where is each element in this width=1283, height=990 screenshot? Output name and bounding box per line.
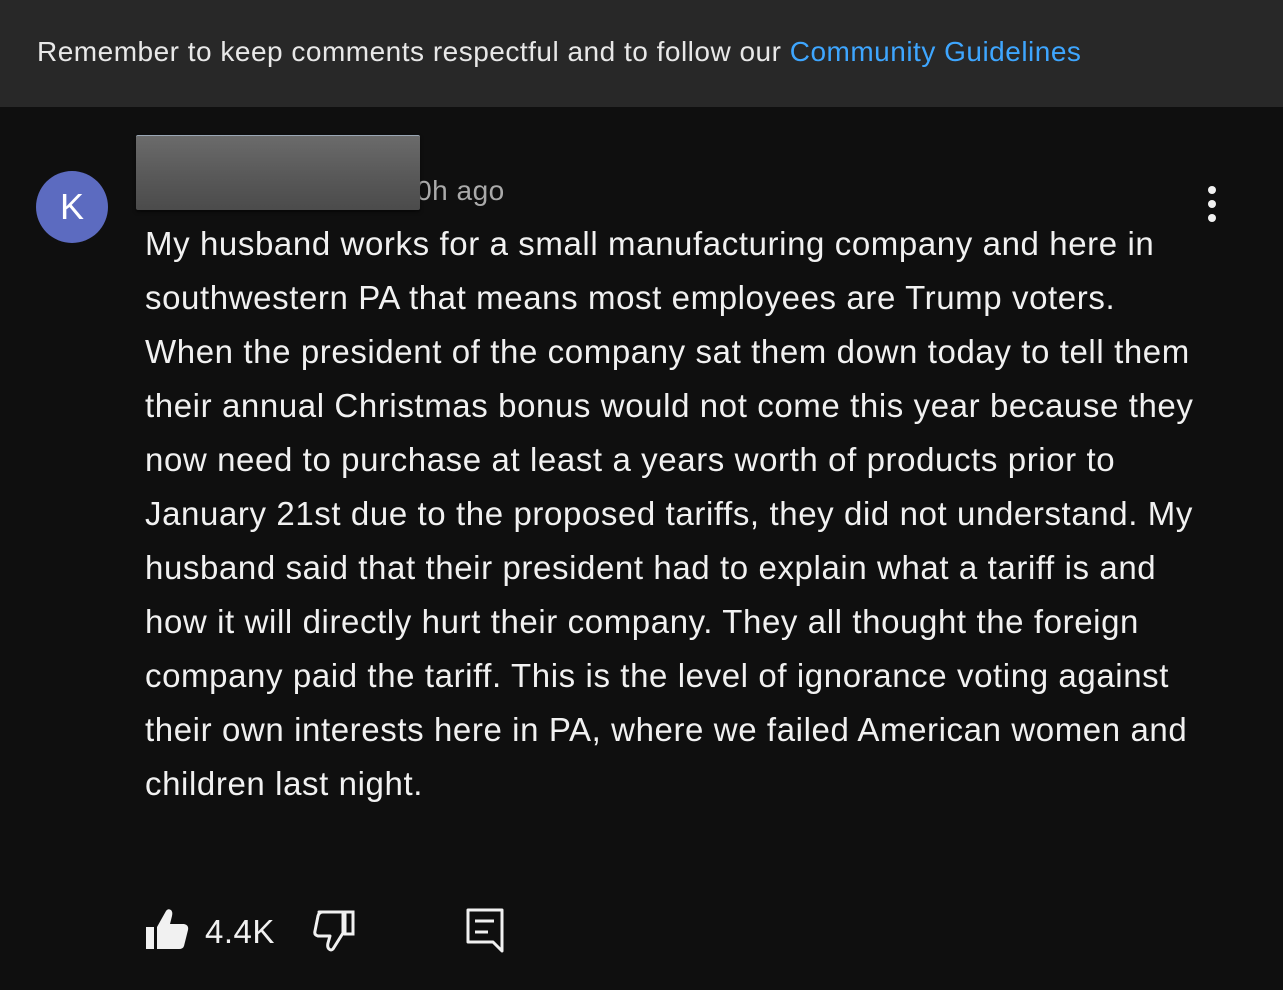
- comment-timestamp[interactable]: 20h ago: [412, 175, 505, 207]
- reply-button[interactable]: [465, 907, 505, 953]
- dislike-button[interactable]: [313, 909, 357, 953]
- thumbs-down-outline-icon: [313, 910, 355, 952]
- like-button[interactable]: [145, 907, 189, 951]
- redacted-username: [136, 135, 420, 210]
- guidelines-banner: Remember to keep comments respectful and…: [0, 0, 1283, 107]
- like-count: 4.4K: [205, 913, 275, 950]
- avatar[interactable]: K: [36, 171, 108, 243]
- reply-comment-icon: [466, 908, 504, 953]
- thumbs-up-filled-icon: [146, 909, 189, 949]
- timestamp-container: 20h ago: [412, 167, 542, 211]
- comment-body: My husband works for a small manufacturi…: [145, 225, 1194, 802]
- comment-thread: K 20h ago My husband works for a small m…: [0, 107, 1283, 990]
- guidelines-text: Remember to keep comments respectful and…: [37, 36, 790, 67]
- community-guidelines-link[interactable]: Community Guidelines: [790, 36, 1082, 67]
